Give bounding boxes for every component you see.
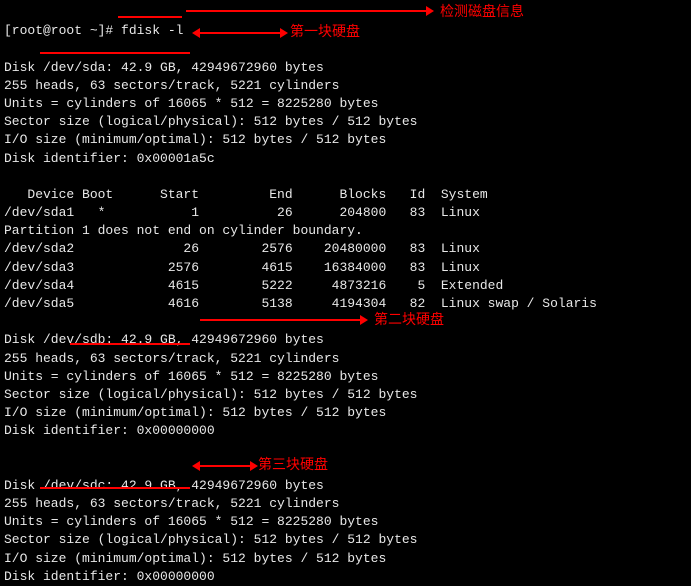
underline-sdc <box>40 487 190 489</box>
table-row: Partition 1 does not end on cylinder bou… <box>4 223 363 238</box>
disk2-io: I/O size (minimum/optimal): 512 bytes / … <box>4 405 386 420</box>
table-row: /dev/sda5 4616 5138 4194304 82 Linux swa… <box>4 296 597 311</box>
anno-disk2: 第二块硬盘 <box>374 310 444 330</box>
terminal-output: [root@root ~]# fdisk -l Disk /dev/sda: 4… <box>4 4 687 586</box>
disk3-ident: Disk identifier: 0x00000000 <box>4 569 215 584</box>
shell-prompt: [root@root ~]# <box>4 23 121 38</box>
disk2-ident: Disk identifier: 0x00000000 <box>4 423 215 438</box>
disk3-geom: 255 heads, 63 sectors/track, 5221 cylind… <box>4 496 339 511</box>
disk2-sector: Sector size (logical/physical): 512 byte… <box>4 387 417 402</box>
disk2-geom: 255 heads, 63 sectors/track, 5221 cylind… <box>4 351 339 366</box>
disk1-units: Units = cylinders of 16065 * 512 = 82252… <box>4 96 378 111</box>
command-text: fdisk -l <box>121 23 183 38</box>
table-row: /dev/sda1 * 1 26 204800 83 Linux <box>4 205 480 220</box>
disk3-units: Units = cylinders of 16065 * 512 = 82252… <box>4 514 378 529</box>
table-row: /dev/sda2 26 2576 20480000 83 Linux <box>4 241 480 256</box>
disk2-header: Disk /dev/sdb: 42.9 GB, 42949672960 byte… <box>4 332 324 347</box>
anno-disk3: 第三块硬盘 <box>258 455 328 475</box>
underline-sda <box>40 52 190 54</box>
disk1-io: I/O size (minimum/optimal): 512 bytes / … <box>4 132 386 147</box>
disk3-header: Disk /dev/sdc: 42.9 GB, 42949672960 byte… <box>4 478 324 493</box>
table-row: /dev/sda4 4615 5222 4873216 5 Extended <box>4 278 503 293</box>
arrow-disk1 <box>200 32 280 34</box>
disk1-sector: Sector size (logical/physical): 512 byte… <box>4 114 417 129</box>
underline-command <box>118 16 182 18</box>
disk1-ident: Disk identifier: 0x00001a5c <box>4 151 215 166</box>
anno-disk1: 第一块硬盘 <box>290 22 360 42</box>
disk1-header: Disk /dev/sda: 42.9 GB, 42949672960 byte… <box>4 60 324 75</box>
disk3-sector: Sector size (logical/physical): 512 byte… <box>4 532 417 547</box>
arrow-disk2 <box>200 319 360 321</box>
arrow-check-disk <box>186 10 426 12</box>
disk1-geom: 255 heads, 63 sectors/track, 5221 cylind… <box>4 78 339 93</box>
arrow-disk3 <box>200 465 250 467</box>
partition-table-header: Device Boot Start End Blocks Id System <box>4 187 488 202</box>
disk3-io: I/O size (minimum/optimal): 512 bytes / … <box>4 551 386 566</box>
table-row: /dev/sda3 2576 4615 16384000 83 Linux <box>4 260 480 275</box>
anno-check-disk: 检测磁盘信息 <box>440 2 524 22</box>
disk2-units: Units = cylinders of 16065 * 512 = 82252… <box>4 369 378 384</box>
underline-sdb <box>70 343 190 345</box>
